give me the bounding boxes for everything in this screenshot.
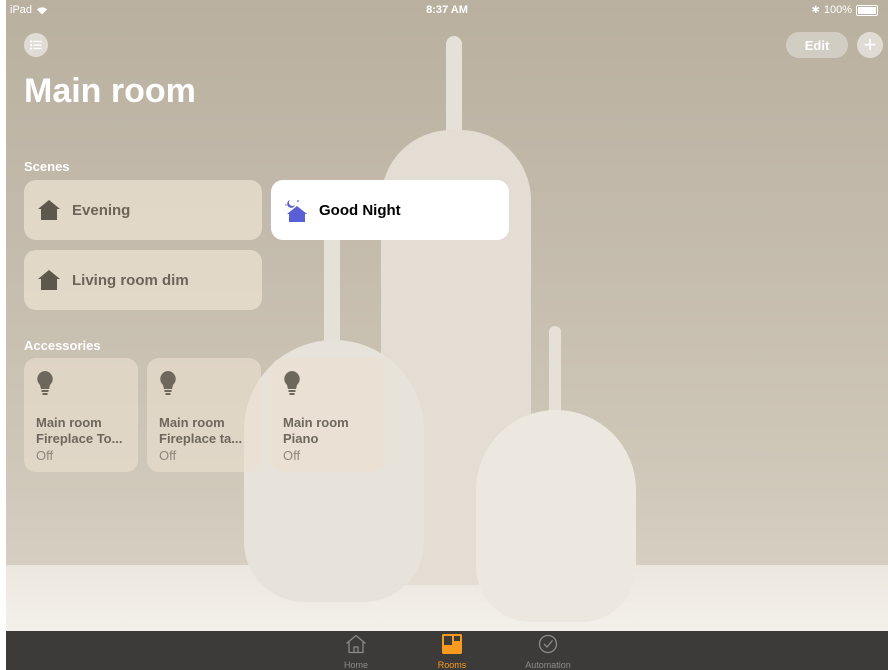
accessory-name: Main room Piano xyxy=(283,415,349,446)
scenes-heading: Scenes xyxy=(24,159,70,174)
scene-label: Evening xyxy=(72,201,131,219)
tab-label: Automation xyxy=(525,660,571,670)
scene-living-room-dim[interactable]: Living room dim xyxy=(24,250,262,310)
room-list-button[interactable] xyxy=(24,33,48,57)
accessory-state: Off xyxy=(36,448,54,463)
accessory-piano[interactable]: Main room Piano Off xyxy=(271,358,385,472)
edit-button[interactable]: Edit xyxy=(786,32,848,58)
tab-label: Rooms xyxy=(437,660,467,670)
tab-automation[interactable]: Automation xyxy=(518,634,578,670)
tab-label: Home xyxy=(343,660,368,670)
accessory-fireplace-ta[interactable]: Main room Fireplace ta... Off xyxy=(147,358,261,472)
lightbulb-icon xyxy=(284,371,300,395)
accessories-heading: Accessories xyxy=(24,338,101,353)
rooms-tab-icon xyxy=(442,634,462,654)
status-bar: iPad 8:37 AM ✱ 100% xyxy=(6,0,888,20)
page-title: Main room xyxy=(24,72,196,110)
battery-icon xyxy=(856,4,878,16)
home-tab-icon xyxy=(346,635,366,654)
add-button[interactable]: + xyxy=(857,32,883,58)
automation-tab-icon xyxy=(538,634,558,654)
list-icon xyxy=(30,40,42,50)
lightbulb-icon xyxy=(160,371,176,395)
bluetooth-icon: ✱ xyxy=(811,4,820,16)
accessory-state: Off xyxy=(283,448,301,463)
tab-home[interactable]: Home xyxy=(326,634,386,670)
tab-bar: Home Rooms Automation xyxy=(6,631,888,670)
small-vase-body xyxy=(476,410,636,622)
accessory-name: Main room Fireplace ta... xyxy=(159,415,243,446)
scene-label: Good Night xyxy=(319,201,401,219)
scene-label: Living room dim xyxy=(72,271,189,289)
accessory-state: Off xyxy=(159,448,177,463)
lightbulb-icon xyxy=(37,371,53,395)
background-photo: iPad 8:37 AM ✱ 100% Edit + Main room Sce… xyxy=(6,0,888,670)
scene-evening[interactable]: Evening xyxy=(24,180,262,240)
house-icon xyxy=(38,270,60,290)
battery-percent: 100% xyxy=(823,4,852,16)
house-icon xyxy=(38,200,60,220)
scene-good-night[interactable]: Good Night xyxy=(271,180,509,240)
accessory-fireplace-to[interactable]: Main room Fireplace To... Off xyxy=(24,358,138,472)
good-night-icon xyxy=(285,200,307,222)
accessory-name: Main room Fireplace To... xyxy=(36,415,123,446)
status-time: 8:37 AM xyxy=(426,4,468,16)
tab-rooms[interactable]: Rooms xyxy=(422,634,482,670)
